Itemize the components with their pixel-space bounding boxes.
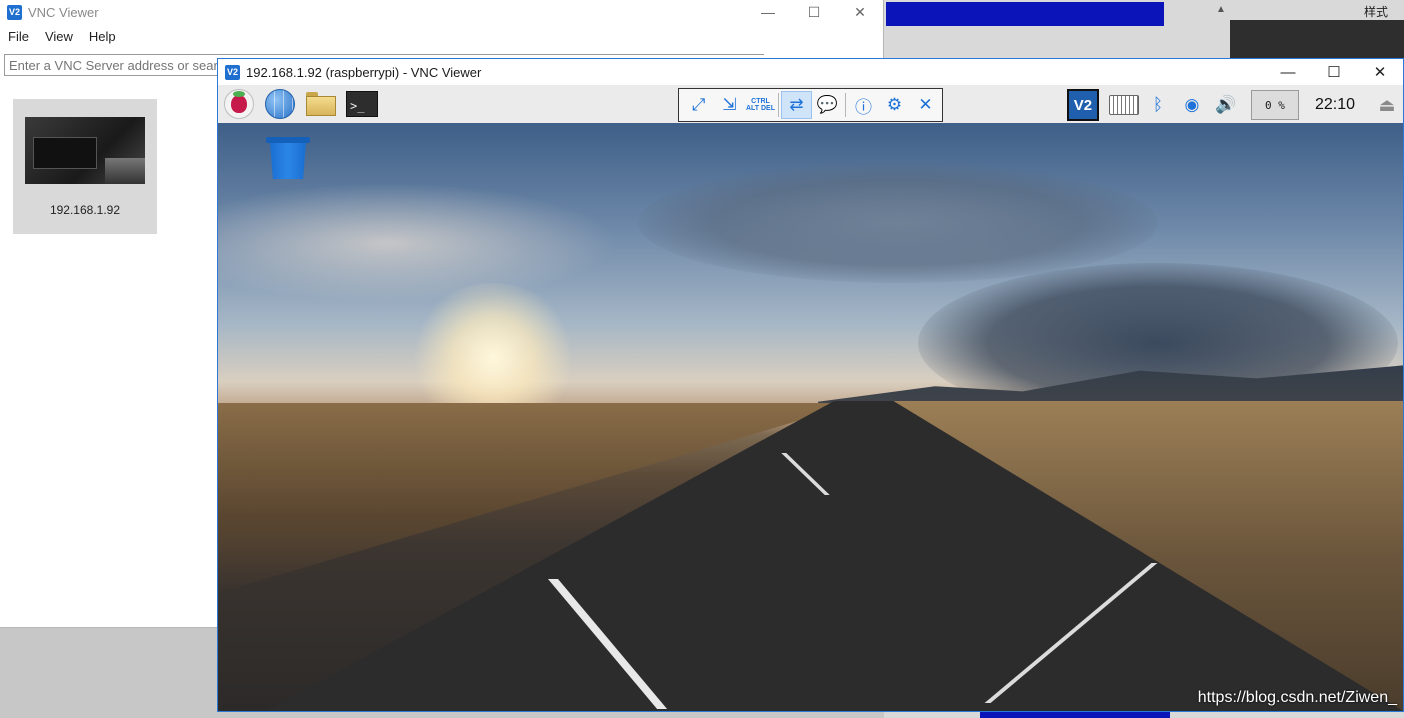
- close-icon[interactable]: ✕: [837, 0, 883, 24]
- vnc-logo-icon: V2: [225, 64, 240, 80]
- minimize-icon[interactable]: —: [1265, 59, 1311, 85]
- launcher-group: >_: [222, 88, 386, 120]
- vnc-logo-icon: V2: [7, 4, 22, 20]
- clock[interactable]: 22:10: [1315, 96, 1355, 114]
- main-titlebar: V2 VNC Viewer — ☐ ✕: [0, 0, 883, 24]
- close-icon[interactable]: ✕: [1357, 59, 1403, 85]
- minimize-icon[interactable]: —: [745, 0, 791, 24]
- cpu-usage-monitor[interactable]: 0 %: [1250, 90, 1299, 120]
- fullscreen-icon[interactable]: ⤢: [683, 91, 714, 119]
- style-label[interactable]: 样式: [1364, 3, 1388, 20]
- thumbnail-dialog: [33, 137, 97, 169]
- ctrl-alt-del-button[interactable]: CTRL ALT DEL: [745, 91, 776, 119]
- session-window-controls: — ☐ ✕: [1265, 59, 1403, 85]
- system-tray: V2 ᛒ ◉ 🔊 0 % 22:10 ⏏: [1066, 88, 1403, 122]
- connection-thumbnail: [25, 117, 145, 184]
- eject-icon[interactable]: ⏏: [1371, 89, 1403, 121]
- connection-label: 192.168.1.92: [49, 203, 121, 217]
- vnc-server-tray-icon[interactable]: V2: [1066, 89, 1099, 121]
- terminal-icon[interactable]: >_: [345, 88, 379, 120]
- watermark-text: https://blog.csdn.net/Ziwen_: [1197, 689, 1397, 706]
- keyboard-icon[interactable]: [1107, 89, 1141, 121]
- trash-can-icon[interactable]: [266, 137, 310, 181]
- remote-desktop[interactable]: https://blog.csdn.net/Ziwen_: [218, 123, 1403, 711]
- main-window-title: VNC Viewer: [28, 4, 99, 20]
- menu-view[interactable]: View: [45, 29, 73, 44]
- raspberry-menu-icon[interactable]: [222, 88, 256, 120]
- raspberry-pi-taskbar: >_ ⤢ ⇲ CTRL ALT DEL ⇄ 💬 ⓘ ⚙ ✕ V2 ᛒ ◉ 🔊 0…: [218, 85, 1403, 123]
- background-blue-bar: [886, 2, 1164, 26]
- connection-card[interactable]: 192.168.1.92: [13, 99, 157, 234]
- scale-icon[interactable]: ⇲: [714, 91, 745, 119]
- disconnect-close-icon[interactable]: ✕: [910, 91, 941, 119]
- file-transfer-icon[interactable]: ⇄: [781, 91, 812, 119]
- settings-gear-icon[interactable]: ⚙: [879, 91, 910, 119]
- toolbar-separator: [778, 93, 779, 117]
- main-window-controls: — ☐ ✕: [745, 0, 883, 24]
- volume-icon[interactable]: 🔊: [1209, 89, 1243, 121]
- vnc-session-window: V2 192.168.1.92 (raspberrypi) - VNC View…: [217, 58, 1404, 712]
- maximize-icon[interactable]: ☐: [1311, 59, 1357, 85]
- wallpaper-cloud: [638, 163, 1158, 283]
- web-browser-icon[interactable]: [263, 88, 297, 120]
- background-dark-panel: [1230, 20, 1404, 60]
- wifi-icon[interactable]: ◉: [1175, 89, 1209, 121]
- menubar: File View Help: [0, 24, 883, 48]
- vnc-toolbar: ⤢ ⇲ CTRL ALT DEL ⇄ 💬 ⓘ ⚙ ✕: [678, 88, 943, 122]
- menu-file[interactable]: File: [8, 29, 29, 44]
- file-manager-icon[interactable]: [304, 88, 338, 120]
- session-titlebar: V2 192.168.1.92 (raspberrypi) - VNC View…: [218, 59, 1403, 85]
- menu-help[interactable]: Help: [89, 29, 116, 44]
- toolbar-separator: [845, 93, 846, 117]
- bluetooth-icon[interactable]: ᛒ: [1141, 89, 1175, 121]
- session-window-title: 192.168.1.92 (raspberrypi) - VNC Viewer: [246, 64, 482, 80]
- chat-icon[interactable]: 💬: [812, 91, 843, 119]
- info-icon[interactable]: ⓘ: [848, 91, 879, 119]
- maximize-icon[interactable]: ☐: [791, 0, 837, 24]
- wallpaper-cloud: [218, 183, 618, 303]
- thumbnail-scene: [105, 158, 145, 184]
- scroll-up-arrow-icon[interactable]: ▲: [1214, 4, 1228, 18]
